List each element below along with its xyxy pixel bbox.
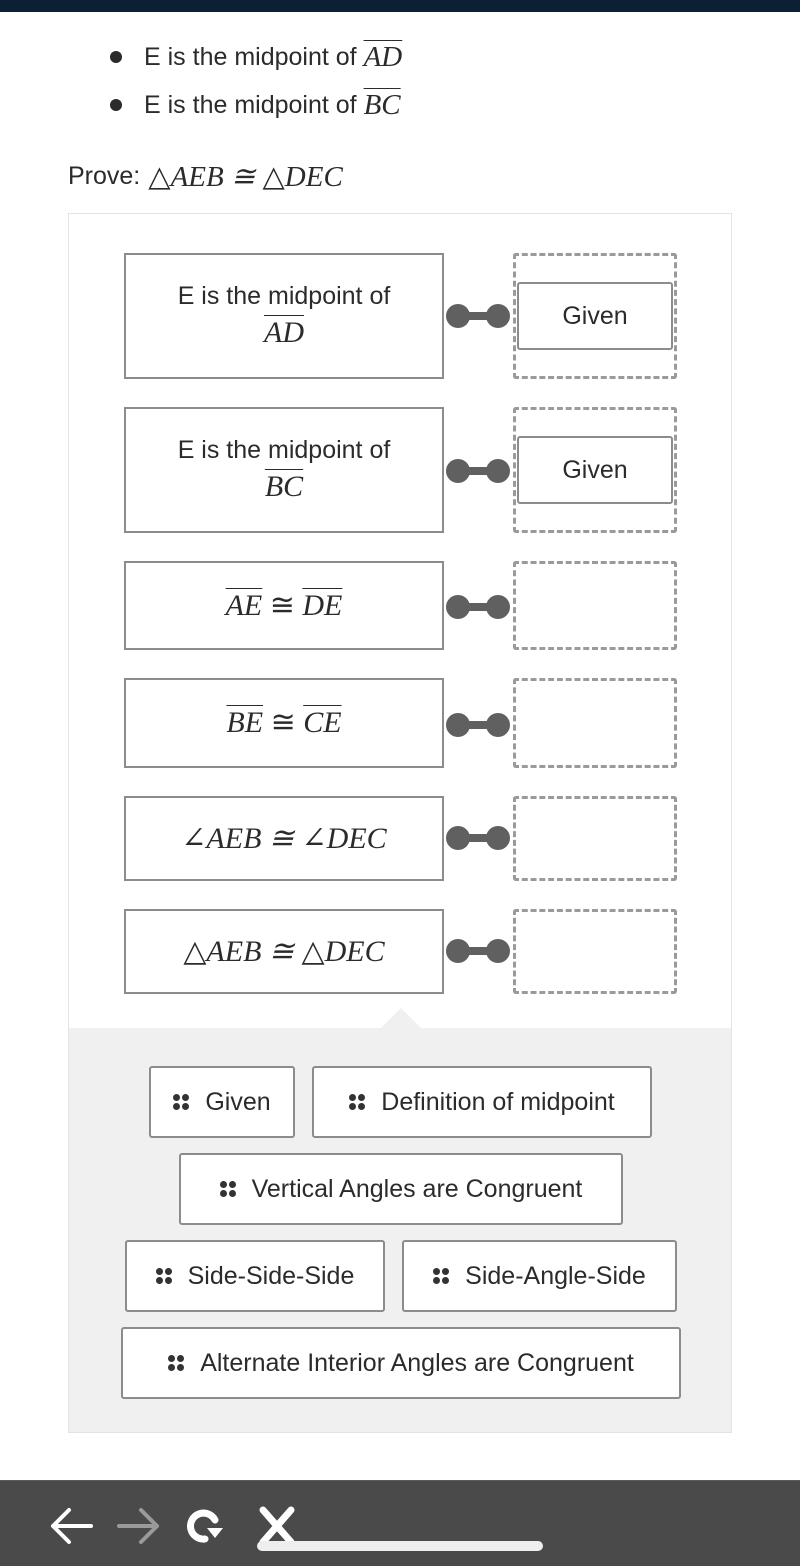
reason-chip-label: Definition of midpoint: [381, 1087, 615, 1116]
prove-math: △AEB ≅ △DEC: [148, 160, 343, 193]
bullet-icon: [110, 51, 122, 63]
browser-toolbar: [0, 1480, 800, 1566]
reason-drop-slot[interactable]: [513, 796, 677, 881]
statement-segment: AE: [225, 588, 263, 622]
reason-bank: Given Definition of midpoint Vertical An…: [69, 1008, 731, 1432]
given-text: E is the midpoint of: [144, 90, 357, 119]
top-bar: [0, 0, 800, 12]
reason-chip-sss[interactable]: Side-Side-Side: [125, 1240, 385, 1312]
statement-segment: BE: [226, 706, 264, 739]
drag-grip-icon: [433, 1268, 450, 1284]
reason-chip-label: Side-Angle-Side: [465, 1261, 646, 1290]
statement-math: ∠AEB ≅ ∠DEC: [181, 821, 387, 855]
given-item: E is the midpoint of BC: [110, 85, 401, 125]
reason-chip-given[interactable]: Given: [149, 1066, 295, 1138]
statement-box: ∠AEB ≅ ∠DEC: [124, 796, 444, 881]
statement-box: AE ≅ DE: [124, 561, 444, 650]
drag-grip-icon: [155, 1268, 172, 1284]
arrow-right-icon: [117, 1508, 159, 1544]
connector-icon: [446, 713, 512, 737]
connector-icon: [446, 304, 512, 328]
statement-text: E is the midpoint of: [177, 436, 391, 464]
bank-pointer: [381, 1008, 421, 1028]
statement-math: △AEB ≅ △DEC: [183, 934, 385, 968]
reason-drop-slot[interactable]: Given: [513, 253, 677, 379]
reload-button[interactable]: [180, 1503, 230, 1549]
connector-icon: [446, 459, 512, 483]
reason-chip-definition-of-midpoint[interactable]: Definition of midpoint: [312, 1066, 652, 1138]
connector-icon: [446, 595, 512, 619]
forward-button[interactable]: [114, 1503, 164, 1549]
prove-label: Prove:: [68, 161, 141, 190]
statement-segment: BC: [264, 470, 304, 503]
reason-drop-slot[interactable]: Given: [513, 407, 677, 533]
reason-chip-label: Given: [205, 1087, 271, 1116]
connector-icon: [446, 826, 512, 850]
drag-grip-icon: [173, 1094, 190, 1110]
statement-text: E is the midpoint of: [177, 282, 391, 310]
reason-chip-label: Vertical Angles are Congruent: [251, 1174, 583, 1203]
congruent-symbol: ≅: [269, 588, 295, 622]
page-load-progress-bar: [257, 1541, 543, 1551]
reason-drop-slot[interactable]: [513, 561, 677, 650]
connector-icon: [446, 939, 512, 963]
reason-chip-placed[interactable]: Given: [517, 436, 673, 504]
arrow-left-icon: [51, 1508, 93, 1544]
reason-chip-placed[interactable]: Given: [517, 282, 673, 350]
given-segment: BC: [363, 88, 401, 121]
proof-panel: E is the midpoint of AD Given E is the m…: [68, 213, 732, 1433]
statement-segment: DE: [302, 588, 343, 622]
drag-grip-icon: [168, 1355, 185, 1371]
drag-grip-icon: [219, 1181, 236, 1197]
reason-chip-sas[interactable]: Side-Angle-Side: [402, 1240, 677, 1312]
reason-chip-label: Alternate Interior Angles are Congruent: [200, 1348, 634, 1377]
given-item: E is the midpoint of AD: [110, 37, 402, 77]
prove-statement: Prove: △AEB ≅ △DEC: [68, 155, 343, 197]
congruent-symbol: ≅: [270, 706, 296, 739]
drag-grip-icon: [349, 1094, 366, 1110]
statement-box: E is the midpoint of AD: [124, 253, 444, 379]
back-button[interactable]: [46, 1503, 96, 1549]
given-text: E is the midpoint of: [144, 42, 357, 71]
bullet-icon: [110, 99, 122, 111]
reason-drop-slot[interactable]: [513, 678, 677, 768]
statement-box: BE ≅ CE: [124, 678, 444, 768]
reason-drop-slot[interactable]: [513, 909, 677, 994]
statement-segment: AD: [264, 316, 304, 349]
reload-icon: [187, 1509, 223, 1543]
reason-chip-vertical-angles[interactable]: Vertical Angles are Congruent: [179, 1153, 623, 1225]
given-segment: AD: [363, 40, 403, 73]
reason-chip-alternate-interior[interactable]: Alternate Interior Angles are Congruent: [121, 1327, 681, 1399]
statement-box: E is the midpoint of BC: [124, 407, 444, 533]
statement-box: △AEB ≅ △DEC: [124, 909, 444, 994]
statement-segment: CE: [303, 706, 342, 739]
reason-chip-label: Side-Side-Side: [187, 1261, 355, 1290]
